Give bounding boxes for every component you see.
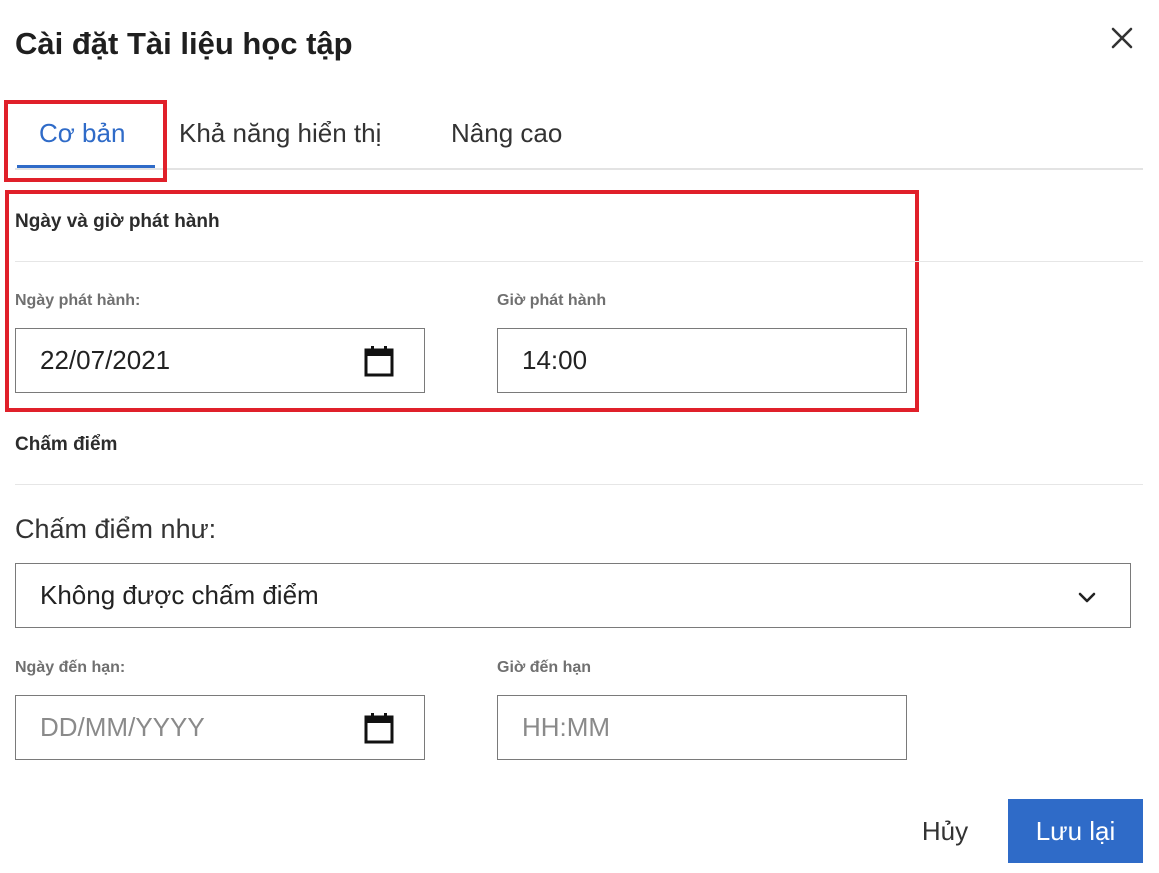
tab-advanced[interactable]: Nâng cao [451, 118, 562, 149]
release-time-label: Giờ phát hành [497, 292, 607, 309]
release-divider [15, 261, 1143, 262]
calendar-icon[interactable] [364, 712, 394, 744]
release-date-value: 22/07/2021 [40, 345, 171, 375]
release-section-title: Ngày và giờ phát hành [15, 211, 220, 232]
grade-as-value: Không được chấm điểm [40, 580, 319, 610]
cancel-button[interactable]: Hủy [905, 799, 985, 863]
grade-as-select[interactable]: Không được chấm điểm [15, 563, 1131, 628]
dialog-title: Cài đặt Tài liệu học tập [15, 26, 353, 61]
close-icon [1111, 27, 1133, 49]
release-date-input[interactable]: 22/07/2021 [15, 328, 425, 393]
due-time-label: Giờ đến hạn [497, 659, 592, 676]
grading-divider [15, 484, 1143, 485]
chevron-down-icon [1078, 592, 1096, 603]
calendar-icon[interactable] [364, 345, 394, 377]
grade-as-label: Chấm điểm như: [15, 514, 217, 544]
release-time-value: 14:00 [522, 345, 588, 375]
tab-visibility[interactable]: Khả năng hiển thị [179, 118, 381, 149]
release-date-label: Ngày phát hành: [15, 292, 141, 309]
release-time-input[interactable]: 14:00 [497, 328, 907, 393]
due-time-input[interactable]: HH:MM [497, 695, 907, 760]
highlight-box-tab [4, 100, 167, 182]
due-date-label: Ngày đến hạn: [15, 659, 126, 676]
grading-section-title: Chấm điểm [15, 434, 118, 455]
due-time-placeholder: HH:MM [522, 712, 611, 742]
due-date-placeholder: DD/MM/YYYY [40, 712, 205, 742]
tabs-divider [15, 168, 1143, 170]
close-button[interactable] [1106, 22, 1138, 54]
due-date-input[interactable]: DD/MM/YYYY [15, 695, 425, 760]
save-button[interactable]: Lưu lại [1008, 799, 1143, 863]
